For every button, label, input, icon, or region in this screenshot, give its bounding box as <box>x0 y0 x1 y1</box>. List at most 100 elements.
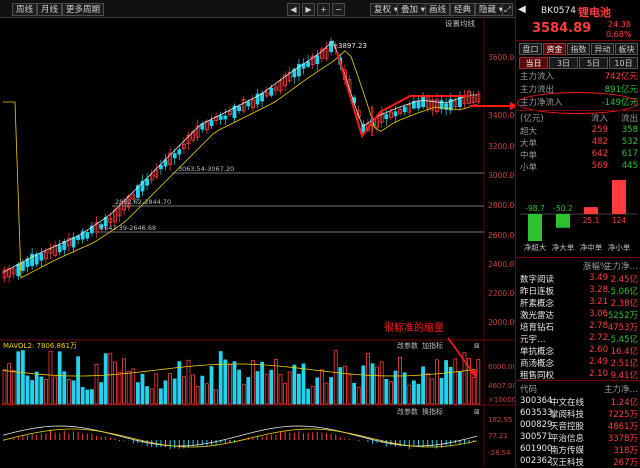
stock-row[interactable]: 300571 平治信息 3378万 <box>520 432 638 444</box>
volume-bar <box>352 382 357 405</box>
macd-series <box>2 425 479 449</box>
order-inflow: 482 <box>591 137 608 147</box>
moving-average-line <box>2 40 477 273</box>
volume-bar <box>260 361 265 405</box>
menu-icon[interactable]: ◀ <box>518 4 526 15</box>
classic-button[interactable]: 经典 <box>450 3 476 16</box>
volume-bar <box>375 366 380 405</box>
volume-bar <box>425 373 430 405</box>
sector-pct: 3.49 <box>589 273 608 283</box>
sector-row[interactable]: 激光雷达 3.06 -5252万 <box>520 309 638 321</box>
stock-flow-header: 主力净… <box>603 385 638 395</box>
volume-bar <box>200 375 205 405</box>
index-price: 3584.89 <box>532 21 592 36</box>
sector-name: 培育钻石 <box>520 323 555 333</box>
net-flow-bar <box>584 207 598 214</box>
macd-axis-label: -28.54 <box>488 449 511 457</box>
candle <box>20 262 25 271</box>
inflow-header: 流入 <box>590 114 608 124</box>
sector-row[interactable]: 数字阅读 3.49 2.45亿 <box>520 273 638 285</box>
volume-bar <box>67 379 71 405</box>
tab-5days[interactable]: 5日 <box>579 57 608 69</box>
sector-row[interactable]: 昨日连板 3.28 -5.06亿 <box>520 285 638 297</box>
volume-params-link[interactable]: 改参数 <box>397 341 418 350</box>
volume-bar <box>283 382 288 405</box>
stock-code: 300364 <box>520 396 553 406</box>
stock-row[interactable]: 000829 天音控股 4861万 <box>520 420 638 432</box>
zoom-in-icon[interactable]: + <box>317 3 330 16</box>
wave-annotation <box>336 51 470 139</box>
sector-row[interactable]: 元宇… 2.72 -5.45亿 <box>520 333 638 345</box>
close-icon[interactable]: ⊠ <box>474 408 480 416</box>
volume-bar <box>223 359 228 405</box>
more-periods-button[interactable]: 更多周期 <box>62 3 105 16</box>
volume-bar <box>250 360 255 405</box>
tab-order-book[interactable]: 盘口 <box>519 43 542 55</box>
main-inflow-row: 主力流入 742亿元 <box>520 70 638 82</box>
stock-row[interactable]: 300364 中文在线 1.24亿 <box>520 396 638 408</box>
volume-bar <box>315 377 320 405</box>
tab-3days[interactable]: 3日 <box>549 57 578 69</box>
week-period-button[interactable]: 周线 <box>12 3 38 16</box>
volume-bar <box>430 378 435 405</box>
volume-bar <box>411 380 416 405</box>
volume-bar <box>57 351 62 405</box>
quote-panel: BK0574 锂电池 ◀ 3584.89 24.38 0.68% 盘口 资金 指… <box>515 0 640 468</box>
tab-10days[interactable]: 10日 <box>609 57 638 69</box>
sector-row[interactable]: 商汤概念 2.49 2.51亿 <box>520 357 638 369</box>
sector-flow: -5.45亿 <box>607 335 639 345</box>
sector-row[interactable]: 培育钻石 2.78 4753万 <box>520 321 638 333</box>
index-change-pct: 0.68% <box>606 30 632 39</box>
volume-bar <box>269 369 274 405</box>
stock-name: 平治信息 <box>550 434 585 444</box>
zoom-out-icon[interactable]: − <box>332 3 345 16</box>
candle <box>16 263 21 277</box>
settings-lines-link[interactable]: 设置均线 <box>445 18 475 28</box>
candle <box>158 165 163 170</box>
candle <box>39 253 44 261</box>
index-name: 锂电池 <box>578 6 611 19</box>
chevron-right-icon[interactable]: ▶ <box>302 3 315 16</box>
tab-movement[interactable]: 异动 <box>591 43 614 55</box>
stock-row[interactable]: 002362 汉王科技 267万 <box>520 456 638 468</box>
volume-bar <box>416 383 421 405</box>
sector-flow: -5.06亿 <box>607 287 639 297</box>
sector-row[interactable]: 肝素概念 3.21 2.38亿 <box>520 297 638 309</box>
macd-params-link[interactable]: 改参数 <box>397 407 418 416</box>
volume-bar <box>347 374 352 405</box>
volume-bar <box>296 373 301 405</box>
index-code: BK0574 <box>541 6 576 16</box>
volume-bar <box>34 371 39 405</box>
stock-row[interactable]: 603533 掌阅科技 7225万 <box>520 408 638 420</box>
volume-bar <box>457 371 462 405</box>
order-size-label: 大单 <box>520 139 538 149</box>
volume-bar <box>227 364 232 405</box>
maximize-icon[interactable]: ⤢ <box>502 3 513 16</box>
order-inflow: 642 <box>591 149 608 159</box>
draw-line-button[interactable]: 画线 <box>425 3 451 16</box>
volume-bar <box>232 361 237 405</box>
volume-bar <box>214 389 219 405</box>
tab-index[interactable]: 指数 <box>567 43 590 55</box>
close-icon[interactable]: ⊠ <box>474 342 480 350</box>
volume-bar <box>287 371 292 405</box>
volume-bar <box>168 373 173 405</box>
tab-sector[interactable]: 板块 <box>615 43 638 55</box>
main-inflow-label: 主力流入 <box>520 72 555 82</box>
sector-row[interactable]: 单抗概念 2.60 16.4亿 <box>520 345 638 357</box>
kline-chart[interactable]: 3600.00 3400.00 3200.00 3000.00 2800.00 … <box>0 18 515 467</box>
candle <box>416 100 421 109</box>
sector-flow: 2.51亿 <box>610 359 638 369</box>
volume-add-indicator-link[interactable]: 加指标 <box>422 341 443 350</box>
stock-row[interactable]: 601900 南方传媒 318万 <box>520 444 638 456</box>
volume-bar <box>407 384 412 405</box>
chevron-left-icon[interactable]: ◀ <box>287 3 300 16</box>
gap-label: 3063.54-3067.20 <box>178 165 234 173</box>
macd-swap-indicator-link[interactable]: 换指标 <box>422 407 443 416</box>
net-flow-label: 净大单 <box>552 242 575 252</box>
tab-funds[interactable]: 资金 <box>543 43 566 55</box>
month-period-button[interactable]: 月线 <box>37 3 63 16</box>
volume-bar <box>76 356 80 405</box>
tab-today[interactable]: 当日 <box>519 57 548 69</box>
volume-bar <box>361 365 366 405</box>
